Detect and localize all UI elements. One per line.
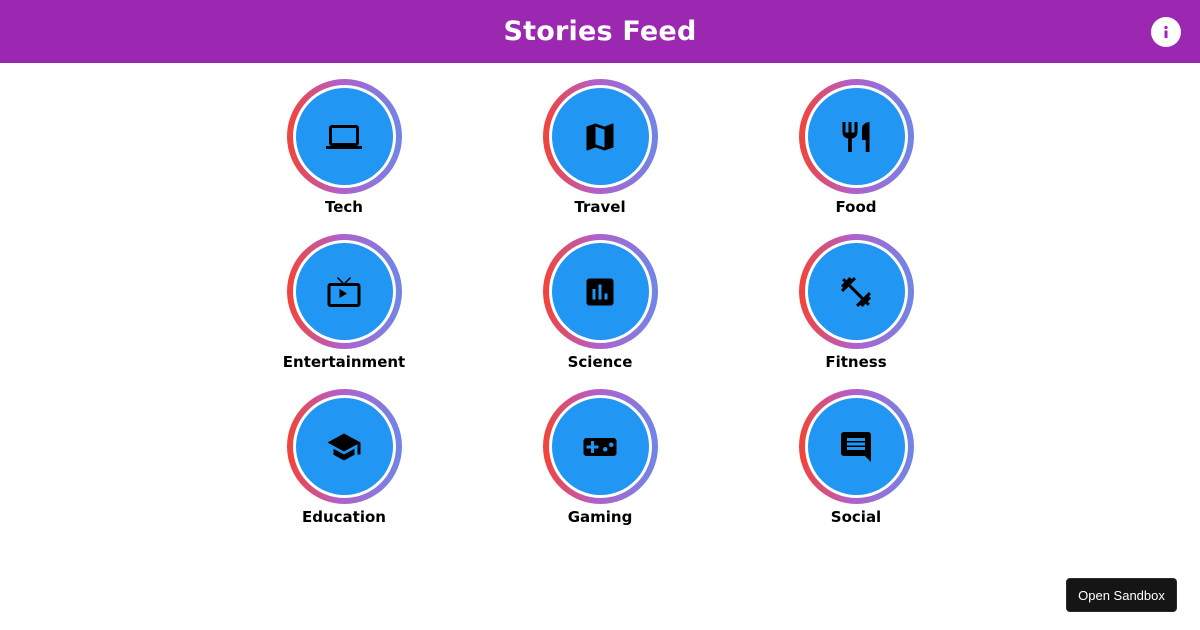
story-label: Food [835,198,877,216]
map-icon [586,123,614,150]
story-tech[interactable]: Tech [264,79,424,216]
story-circle [551,243,649,340]
info-button[interactable] [1151,17,1181,47]
story-ring [286,389,402,504]
story-ring [798,389,914,504]
story-ring [798,234,914,349]
story-fitness[interactable]: Fitness [776,234,936,371]
story-education[interactable]: Education [264,389,424,526]
story-circle [295,88,393,185]
story-food[interactable]: Food [776,79,936,216]
page-title: Stories Feed [503,16,697,47]
story-label: Gaming [567,508,633,526]
story-label: Fitness [825,353,887,371]
dumbbell-icon [841,276,871,307]
story-entertainment[interactable]: Entertainment [264,234,424,371]
story-science[interactable]: Science [520,234,680,371]
bar-chart-icon [586,278,614,305]
story-ring [286,79,402,194]
story-label: Education [302,508,386,526]
story-travel[interactable]: Travel [520,79,680,216]
story-circle [551,398,649,495]
story-circle [807,398,905,495]
story-social[interactable]: Social [776,389,936,526]
open-sandbox-button[interactable]: Open Sandbox [1066,578,1177,612]
story-label: Entertainment [282,353,406,371]
chat-bubble-icon [841,431,871,462]
story-label: Science [567,353,633,371]
graduation-cap-icon [327,433,361,460]
app-bar: Stories Feed [0,0,1200,63]
laptop-icon [326,124,362,149]
story-ring [798,79,914,194]
info-icon [1164,25,1168,38]
story-circle [807,243,905,340]
story-label: Travel [574,198,626,216]
story-ring [542,234,658,349]
story-circle [295,398,393,495]
story-circle [295,243,393,340]
story-ring [542,79,658,194]
story-gaming[interactable]: Gaming [520,389,680,526]
story-ring [542,389,658,504]
story-circle [551,88,649,185]
story-circle [807,88,905,185]
story-ring [286,234,402,349]
fork-knife-icon [842,121,870,152]
story-label: Social [830,508,882,526]
gamepad-icon [583,437,617,456]
tv-icon [327,276,361,307]
story-label: Tech [325,198,363,216]
